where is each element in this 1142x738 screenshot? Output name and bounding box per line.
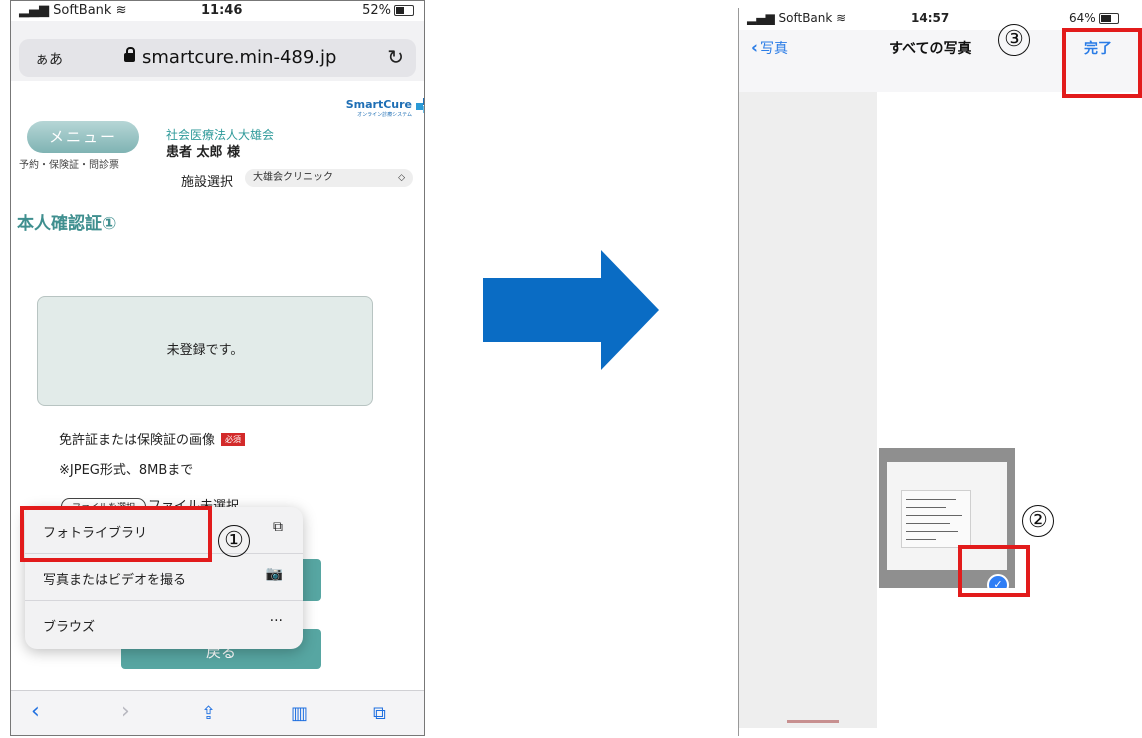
- select-chevron-icon: ◇: [398, 173, 405, 183]
- battery-icon: [394, 5, 414, 16]
- address-bar-area: ぁあ smartcure.min-489.jp ↻: [11, 21, 424, 81]
- reader-aa-button[interactable]: ぁあ: [35, 49, 63, 69]
- camera-icon: 📷: [265, 566, 283, 582]
- step-1-marker: ①: [218, 525, 250, 557]
- upload-label: 免許証または保険証の画像 必須: [59, 429, 246, 448]
- highlight-selected-photo: [958, 545, 1030, 597]
- clock: 11:46: [201, 3, 243, 18]
- registration-status-box: 未登録です。: [37, 296, 373, 406]
- address-field[interactable]: ぁあ smartcure.min-489.jp ↻: [19, 39, 416, 77]
- photo-grid-divider: [787, 720, 839, 723]
- left-phone-screen: ▂▄▆ SoftBank ≋ 11:46 52% ぁあ smartcure.mi…: [10, 0, 425, 736]
- photo-grid-cell[interactable]: [739, 92, 877, 728]
- menu-item-browse[interactable]: ブラウズ ···: [25, 601, 303, 647]
- back-to-photos-button[interactable]: ‹ 写真: [751, 38, 788, 58]
- transition-arrow: [483, 250, 659, 370]
- picker-title: すべての写真: [889, 41, 972, 57]
- facility-select[interactable]: 大雄会クリニック ◇: [245, 169, 413, 187]
- wifi-icon: ≋: [115, 3, 127, 18]
- forward-arrow-icon[interactable]: ›: [121, 699, 130, 724]
- facility-label: 施設選択: [181, 175, 234, 190]
- format-note: ※JPEG形式、8MBまで: [59, 463, 194, 478]
- menu-button[interactable]: メニュー: [27, 121, 139, 153]
- menu-subtitle: 予約・保険証・問診票: [19, 160, 119, 171]
- battery-indicator: 64%: [1069, 11, 1119, 25]
- carrier-label: ▂▄▆ SoftBank ≋: [19, 3, 127, 18]
- wifi-icon: ≋: [836, 11, 847, 25]
- chevron-left-icon: ‹: [751, 38, 759, 58]
- right-phone-screen: ▂▄▆ SoftBank ≋ 14:57 64% ‹ 写真 すべての写真 完了 ✓: [738, 8, 1142, 736]
- photo-library-icon: ⧉: [273, 519, 283, 535]
- battery-icon: [1098, 13, 1119, 24]
- step-3-marker: ③: [998, 24, 1030, 56]
- battery-indicator: 52%: [362, 3, 414, 18]
- tabs-icon[interactable]: ⧉: [373, 703, 386, 724]
- id-card-image: [901, 490, 971, 548]
- page-title: 本人確認証①: [17, 214, 117, 234]
- required-badge: 必須: [221, 433, 246, 446]
- status-bar: ▂▄▆ SoftBank ≋ 11:46 52%: [11, 1, 424, 21]
- highlight-done-button: [1062, 28, 1142, 98]
- carrier-label: ▂▄▆ SoftBank ≋: [747, 11, 847, 25]
- url-text[interactable]: smartcure.min-489.jp: [124, 47, 336, 68]
- share-icon[interactable]: ⇪: [201, 703, 216, 724]
- signal-icon: ▂▄▆: [19, 3, 49, 18]
- clock: 14:57: [911, 11, 950, 25]
- bookmarks-icon[interactable]: ▥: [291, 703, 308, 724]
- more-icon: ···: [269, 613, 283, 629]
- browser-toolbar: ‹ › ⇪ ▥ ⧉: [11, 690, 424, 735]
- smartcure-logo: SmartCure オンライン診療システム: [346, 98, 424, 118]
- step-2-marker: ②: [1022, 505, 1054, 537]
- patient-name: 患者 太郎 様: [166, 145, 241, 160]
- status-bar: ▂▄▆ SoftBank ≋ 14:57 64%: [739, 8, 1142, 30]
- reload-icon[interactable]: ↻: [387, 45, 404, 69]
- back-arrow-icon[interactable]: ‹: [31, 699, 40, 724]
- lock-icon: [124, 47, 135, 62]
- signal-icon: ▂▄▆: [747, 11, 775, 25]
- highlight-photo-library: [20, 506, 212, 562]
- logo-mark-icon: [416, 98, 424, 114]
